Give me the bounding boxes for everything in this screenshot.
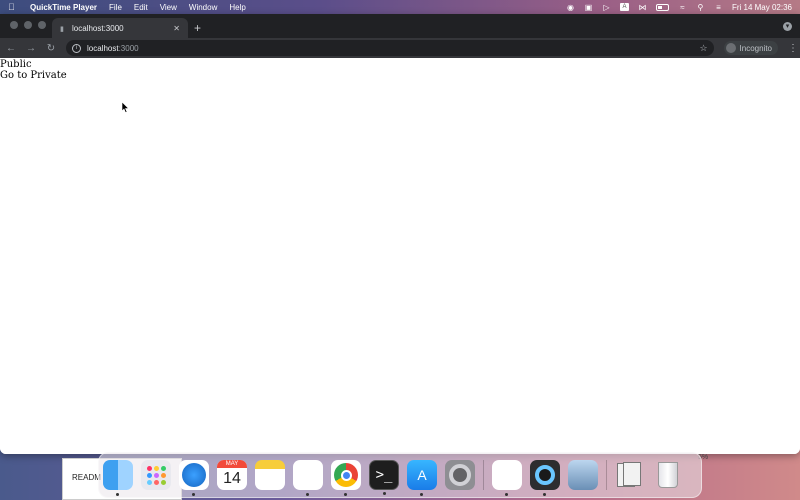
new-tab-button[interactable]: +	[194, 21, 201, 35]
quicktime-icon[interactable]	[530, 460, 560, 496]
play-circle-icon[interactable]: ▷	[602, 3, 611, 12]
tab-close-icon[interactable]: ✕	[173, 24, 180, 33]
back-arrow-icon[interactable]: ←	[6, 43, 16, 54]
tab-strip: ▮ localhost:3000 ✕ + ▾	[0, 14, 800, 38]
dock-separator-2	[606, 460, 607, 490]
menu-edit[interactable]: Edit	[134, 3, 148, 12]
calendar-month: MAY	[217, 460, 247, 468]
screen-mirror-icon[interactable]: ▣	[584, 3, 593, 12]
menu-window[interactable]: Window	[189, 3, 217, 12]
incognito-icon	[725, 43, 736, 53]
url-port: :3000	[118, 43, 139, 53]
incognito-profile-button[interactable]: Incognito	[723, 41, 778, 55]
minimize-window-button[interactable]	[24, 21, 32, 29]
macos-menu-bar:  QuickTime Player File Edit View Window…	[0, 0, 800, 14]
status-area: ◉ ▣ ▷ A ⋈ ≈ ⚲ ≡ Fri 14 May 02:36	[566, 3, 792, 12]
zoom-window-button[interactable]	[38, 21, 46, 29]
launchpad-icon[interactable]	[141, 460, 171, 490]
browser-window: ▮ localhost:3000 ✕ + ▾ ← → ↻ i localhost…	[0, 14, 800, 454]
calendar-day: 14	[223, 470, 241, 487]
site-info-icon[interactable]: i	[72, 43, 81, 53]
forward-arrow-icon[interactable]: →	[26, 43, 36, 54]
url-host: localhost	[87, 43, 119, 53]
incognito-label: Incognito	[739, 43, 772, 53]
battery-icon[interactable]	[655, 3, 669, 11]
input-source-icon[interactable]: A	[619, 3, 629, 11]
page-heading-public: Public	[0, 59, 32, 70]
menu-view[interactable]: View	[160, 3, 177, 12]
tab-title: localhost:3000	[72, 23, 124, 33]
go-to-private-link[interactable]: Go to Private	[0, 70, 800, 81]
control-center-icon[interactable]: ≡	[714, 3, 723, 12]
vscode-icon[interactable]: ⟪	[293, 460, 323, 496]
background-document-label: READM	[72, 473, 101, 482]
vscode-insiders-icon[interactable]: ⟪	[492, 460, 522, 496]
window-controls	[10, 21, 46, 29]
menu-file[interactable]: File	[109, 3, 122, 12]
address-bar[interactable]: i localhost:3000 ☆	[66, 40, 714, 56]
address-text: localhost:3000	[87, 44, 139, 53]
record-icon[interactable]: ◉	[566, 3, 575, 12]
menu-help[interactable]: Help	[229, 3, 245, 12]
documents-stack-icon[interactable]	[615, 460, 645, 490]
tab-localhost[interactable]: ▮ localhost:3000 ✕	[52, 18, 188, 38]
page-favicon-icon: ▮	[60, 25, 64, 33]
browser-toolbar: ← → ↻ i localhost:3000 ☆ Incognito ⋮	[0, 38, 800, 58]
system-preferences-icon[interactable]	[445, 460, 475, 490]
tab-search-icon[interactable]: ▾	[783, 22, 792, 31]
app-store-icon[interactable]: A	[407, 460, 437, 496]
bookmark-star-icon[interactable]: ☆	[699, 43, 707, 54]
page-content: Public Go to Private	[0, 58, 800, 454]
safari-icon[interactable]	[179, 460, 209, 496]
app-menu: QuickTime Player File Edit View Window H…	[30, 3, 246, 12]
macos-dock: MAY 14 ⟪ >_ A ⟪	[98, 452, 702, 498]
trash-icon[interactable]	[653, 460, 683, 490]
calendar-icon[interactable]: MAY 14	[217, 460, 247, 490]
bluetooth-icon[interactable]: ⋈	[638, 3, 647, 12]
preview-icon[interactable]	[568, 460, 598, 490]
more-menu-icon[interactable]: ⋮	[788, 43, 798, 54]
menu-bar-clock[interactable]: Fri 14 May 02:36	[732, 3, 792, 12]
wifi-icon[interactable]: ≈	[678, 3, 687, 12]
chrome-icon[interactable]	[331, 460, 361, 496]
finder-icon[interactable]	[103, 460, 133, 496]
terminal-icon[interactable]: >_	[369, 460, 399, 495]
close-window-button[interactable]	[10, 21, 18, 29]
dock-separator	[483, 460, 484, 490]
notes-icon[interactable]	[255, 460, 285, 490]
search-icon[interactable]: ⚲	[696, 3, 705, 12]
app-name-menu[interactable]: QuickTime Player	[30, 3, 97, 12]
reload-icon[interactable]: ↻	[46, 43, 56, 54]
apple-menu-icon[interactable]: 	[8, 2, 20, 12]
